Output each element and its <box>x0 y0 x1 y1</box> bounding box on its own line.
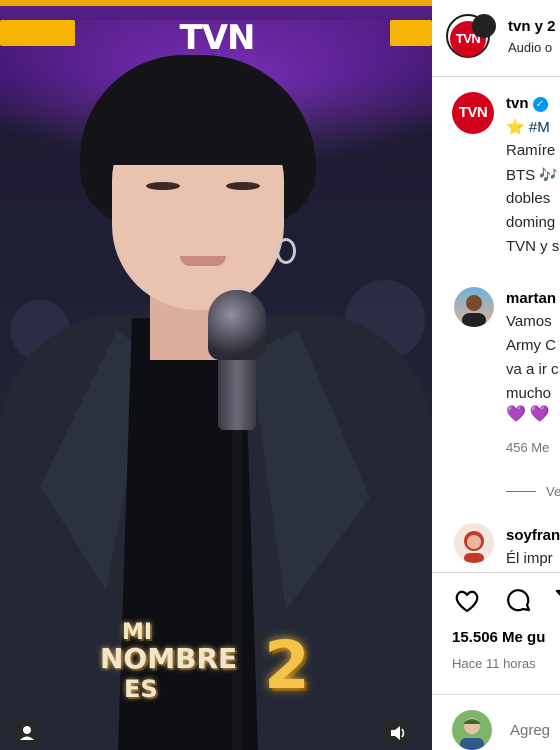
divider <box>432 76 560 77</box>
person-fringe <box>100 85 300 165</box>
top-frame-line <box>0 0 432 6</box>
view-replies-link[interactable]: Ve <box>546 484 560 499</box>
post-side-panel: TVN tvn y 2 Audio o TVN tvn ✓ ⭐ #M Ramíre… <box>432 0 560 750</box>
comment-text-line: va a ir c <box>506 361 559 378</box>
frame-bar-top-right <box>390 20 432 46</box>
comment-username[interactable]: soyfran <box>506 527 560 544</box>
verified-badge-icon: ✓ <box>532 97 548 112</box>
show-logo-line3: ES <box>124 675 158 703</box>
replies-line <box>506 491 536 492</box>
caption-avatar[interactable]: TVN <box>452 92 494 134</box>
caption-line-1: ⭐ #M <box>506 118 550 136</box>
collab-avatar[interactable] <box>472 14 496 38</box>
caption-account[interactable]: tvn ✓ <box>506 95 548 112</box>
comment-text-line: Army C <box>506 337 556 354</box>
video-player[interactable]: TVN MI NOMBRE ES 2 <box>0 0 432 750</box>
current-user-avatar <box>452 710 492 750</box>
show-logo: MI NOMBRE ES 2 <box>100 615 330 715</box>
speaker-icon[interactable] <box>382 718 412 748</box>
caption-line-2: Ramíre <box>506 142 556 159</box>
tvn-logo: TVN <box>179 18 256 58</box>
person-eye-left <box>146 182 180 190</box>
show-logo-line2: NOMBRE <box>100 642 238 675</box>
comment-text-line: Vamos <box>506 313 552 330</box>
caption-hashtag[interactable]: #M <box>529 119 550 136</box>
star-emoji: ⭐ <box>506 119 525 136</box>
music-emoji: 🎶 <box>539 167 559 184</box>
user-icon[interactable] <box>12 718 42 748</box>
comment-likes[interactable]: 456 Me <box>506 440 549 455</box>
heart-icon[interactable] <box>452 586 482 616</box>
add-comment-input[interactable]: Agreg <box>510 722 550 739</box>
header-account-name[interactable]: tvn y 2 <box>508 18 556 35</box>
share-icon[interactable] <box>554 586 560 616</box>
microphone-head <box>208 290 266 360</box>
header-audio-link[interactable]: Audio o <box>508 40 552 55</box>
caption-line-6: TVN y s <box>506 238 560 255</box>
purple-hearts-emoji: 💜💜 <box>506 406 554 423</box>
comment-text-line: mucho <box>506 385 552 402</box>
post-timestamp: Hace 11 horas <box>452 656 536 671</box>
divider <box>432 694 560 695</box>
person-mouth <box>180 256 226 266</box>
comment-text-line: Él impr <box>506 550 553 567</box>
microphone-body <box>218 350 256 430</box>
divider <box>432 572 560 573</box>
caption-account-name[interactable]: tvn <box>506 95 529 112</box>
comment-avatar[interactable] <box>454 287 494 327</box>
earring <box>276 238 296 264</box>
comment-icon[interactable] <box>504 586 534 616</box>
person-eye-right <box>226 182 260 190</box>
caption-line-5: doming <box>506 214 556 231</box>
frame-bar-top-left <box>0 20 75 46</box>
caption-line-4: dobles <box>506 190 551 207</box>
caption-line-3-text: BTS <box>506 167 536 184</box>
show-logo-season: 2 <box>264 627 310 704</box>
caption-line-3: BTS 🎶 <box>506 166 558 184</box>
likes-count[interactable]: 15.506 Me gu <box>452 629 545 646</box>
comment-avatar[interactable] <box>454 523 494 563</box>
comment-username[interactable]: martan <box>506 290 556 307</box>
